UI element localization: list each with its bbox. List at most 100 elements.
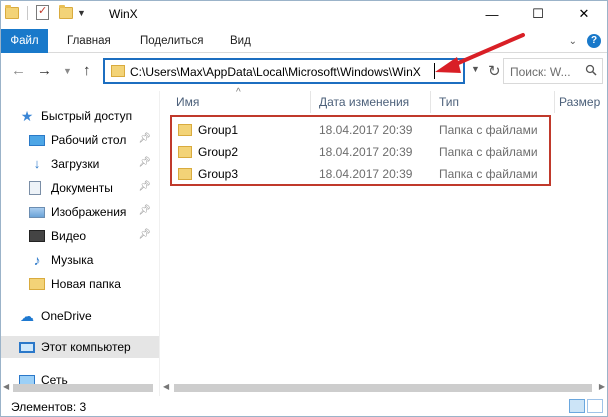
sidebar-item-label: Изображения [51,205,127,219]
table-row[interactable]: Group3 18.04.2017 20:39 Папка с файлами [160,163,607,185]
file-date: 18.04.2017 20:39 [319,145,413,159]
minimize-button[interactable]: — [469,1,515,27]
details-view-icon[interactable] [569,399,585,413]
toolbar-divider [27,5,28,20]
sidebar-item-new-folder[interactable]: Новая папка [1,273,159,295]
sidebar-item-label: Этот компьютер [41,340,131,354]
video-icon [29,230,45,242]
tab-view[interactable]: Вид [230,29,251,53]
desktop-icon [29,134,45,146]
close-button[interactable]: ✕ [561,1,607,27]
sidebar-item-pictures[interactable]: Изображения 📌︎ [1,201,159,223]
cloud-icon: ☁ [20,308,34,324]
up-arrow-icon[interactable]: ↑ [83,62,91,79]
sidebar-item-label: Видео [51,229,87,243]
sidebar-item-label: Загрузки [51,157,100,171]
table-row[interactable]: Group2 18.04.2017 20:39 Папка с файлами [160,141,607,163]
status-bar: Элементов: 3 [1,397,607,416]
folder-icon [178,168,192,180]
file-type: Папка с файлами [439,145,538,159]
item-count: Элементов: 3 [11,400,87,414]
sidebar-item-music[interactable]: ♪ Музыка [1,249,159,271]
column-header-date[interactable]: Дата изменения [311,91,431,113]
navigation-pane: ★ Быстрый доступ Рабочий стол 📌︎ ↓ Загру… [1,91,159,396]
column-headers: Имя Дата изменения Тип Размер [160,91,607,113]
address-bar[interactable]: C:\Users\Max\AppData\Local\Microsoft\Win… [103,58,465,84]
sidebar-item-desktop[interactable]: Рабочий стол 📌︎ [1,129,159,151]
pin-icon: 📌︎ [138,205,151,216]
maximize-button[interactable]: ☐ [515,1,561,27]
file-name: Group1 [198,123,239,137]
sidebar-item-label: Документы [51,181,113,195]
sidebar-item-downloads[interactable]: ↓ Загрузки 📌︎ [1,153,159,175]
properties-icon[interactable] [36,4,49,20]
scroll-left-icon[interactable]: ◀ [3,382,9,391]
file-name-cell: Group2 [178,145,238,159]
file-name: Group2 [198,145,239,159]
back-arrow-icon[interactable]: ← [11,62,26,79]
table-row[interactable]: Group1 18.04.2017 20:39 Папка с файлами [160,119,607,141]
file-type: Папка с файлами [439,123,538,137]
pictures-icon [29,206,45,218]
column-header-name[interactable]: Имя [168,91,311,113]
scroll-thumb[interactable] [174,384,592,392]
scroll-left-icon[interactable]: ◀ [163,382,169,391]
quick-access-toolbar: ▼ [5,4,86,20]
view-switcher [569,399,603,413]
file-date: 18.04.2017 20:39 [319,123,413,137]
qat-dropdown-icon[interactable]: ▼ [77,8,86,18]
pin-icon: 📌︎ [138,229,151,240]
tab-file[interactable]: Файл [1,29,48,53]
file-list: ^ Имя Дата изменения Тип Размер Group1 1… [159,87,607,396]
column-header-size[interactable]: Размер [551,91,607,113]
collapse-ribbon-icon[interactable]: ⌄ [569,36,577,47]
file-name: Group3 [198,167,239,181]
scroll-thumb[interactable] [13,384,153,392]
title-bar: ▼ WinX — ☐ ✕ [1,1,607,27]
sidebar-item-this-pc[interactable]: Этот компьютер [1,336,159,358]
sidebar-item-label: Новая папка [51,277,121,291]
folder-icon [178,146,192,158]
search-icon[interactable] [585,64,597,76]
sidebar-item-video[interactable]: Видео 📌︎ [1,225,159,247]
sidebar-item-documents[interactable]: Документы 📌︎ [1,177,159,199]
star-icon: ★ [20,108,34,124]
sidebar-item-label: Музыка [51,253,94,267]
forward-arrow-icon[interactable]: → [37,62,52,79]
tab-home[interactable]: Главная [67,29,111,53]
downloads-icon: ↓ [33,156,41,171]
window-title: WinX [109,7,138,21]
scroll-right-icon[interactable]: ▶ [599,382,605,391]
content-horizontal-scrollbar[interactable]: ◀ ▶ [160,381,607,395]
ribbon-right-controls: ⌄ ? [569,34,601,48]
sidebar-item-onedrive[interactable]: ☁ OneDrive [1,305,159,327]
file-name-cell: Group3 [178,167,238,181]
pin-icon: 📌︎ [138,181,151,192]
file-date: 18.04.2017 20:39 [319,167,413,181]
nav-horizontal-scrollbar[interactable]: ◀ [1,381,159,395]
sidebar-item-quick-access[interactable]: ★ Быстрый доступ [1,105,159,127]
music-icon: ♪ [33,252,41,268]
sidebar-item-label: OneDrive [41,309,92,323]
red-arrow-annotation [435,33,525,73]
window-controls: — ☐ ✕ [469,1,607,27]
folder-icon [5,4,19,19]
computer-icon [19,341,35,353]
sidebar-item-label: Быстрый доступ [41,109,133,123]
folder-icon [29,278,45,290]
recent-locations-icon[interactable]: ▼ [63,66,72,76]
tab-share[interactable]: Поделиться [140,29,204,53]
explorer-window: ▼ WinX — ☐ ✕ Файл Главная Поделиться Вид… [0,0,608,417]
address-path[interactable]: C:\Users\Max\AppData\Local\Microsoft\Win… [130,65,421,79]
pin-icon: 📌︎ [138,157,151,168]
documents-icon [29,181,41,195]
folder-icon [178,124,192,136]
new-folder-icon[interactable] [59,4,73,19]
sidebar-item-label: Рабочий стол [51,133,127,147]
pin-icon: 📌︎ [138,133,151,144]
folder-icon [111,65,125,77]
help-icon[interactable]: ? [587,34,601,48]
column-header-type[interactable]: Тип [431,91,555,113]
large-icons-view-icon[interactable] [587,399,603,413]
file-type: Папка с файлами [439,167,538,181]
